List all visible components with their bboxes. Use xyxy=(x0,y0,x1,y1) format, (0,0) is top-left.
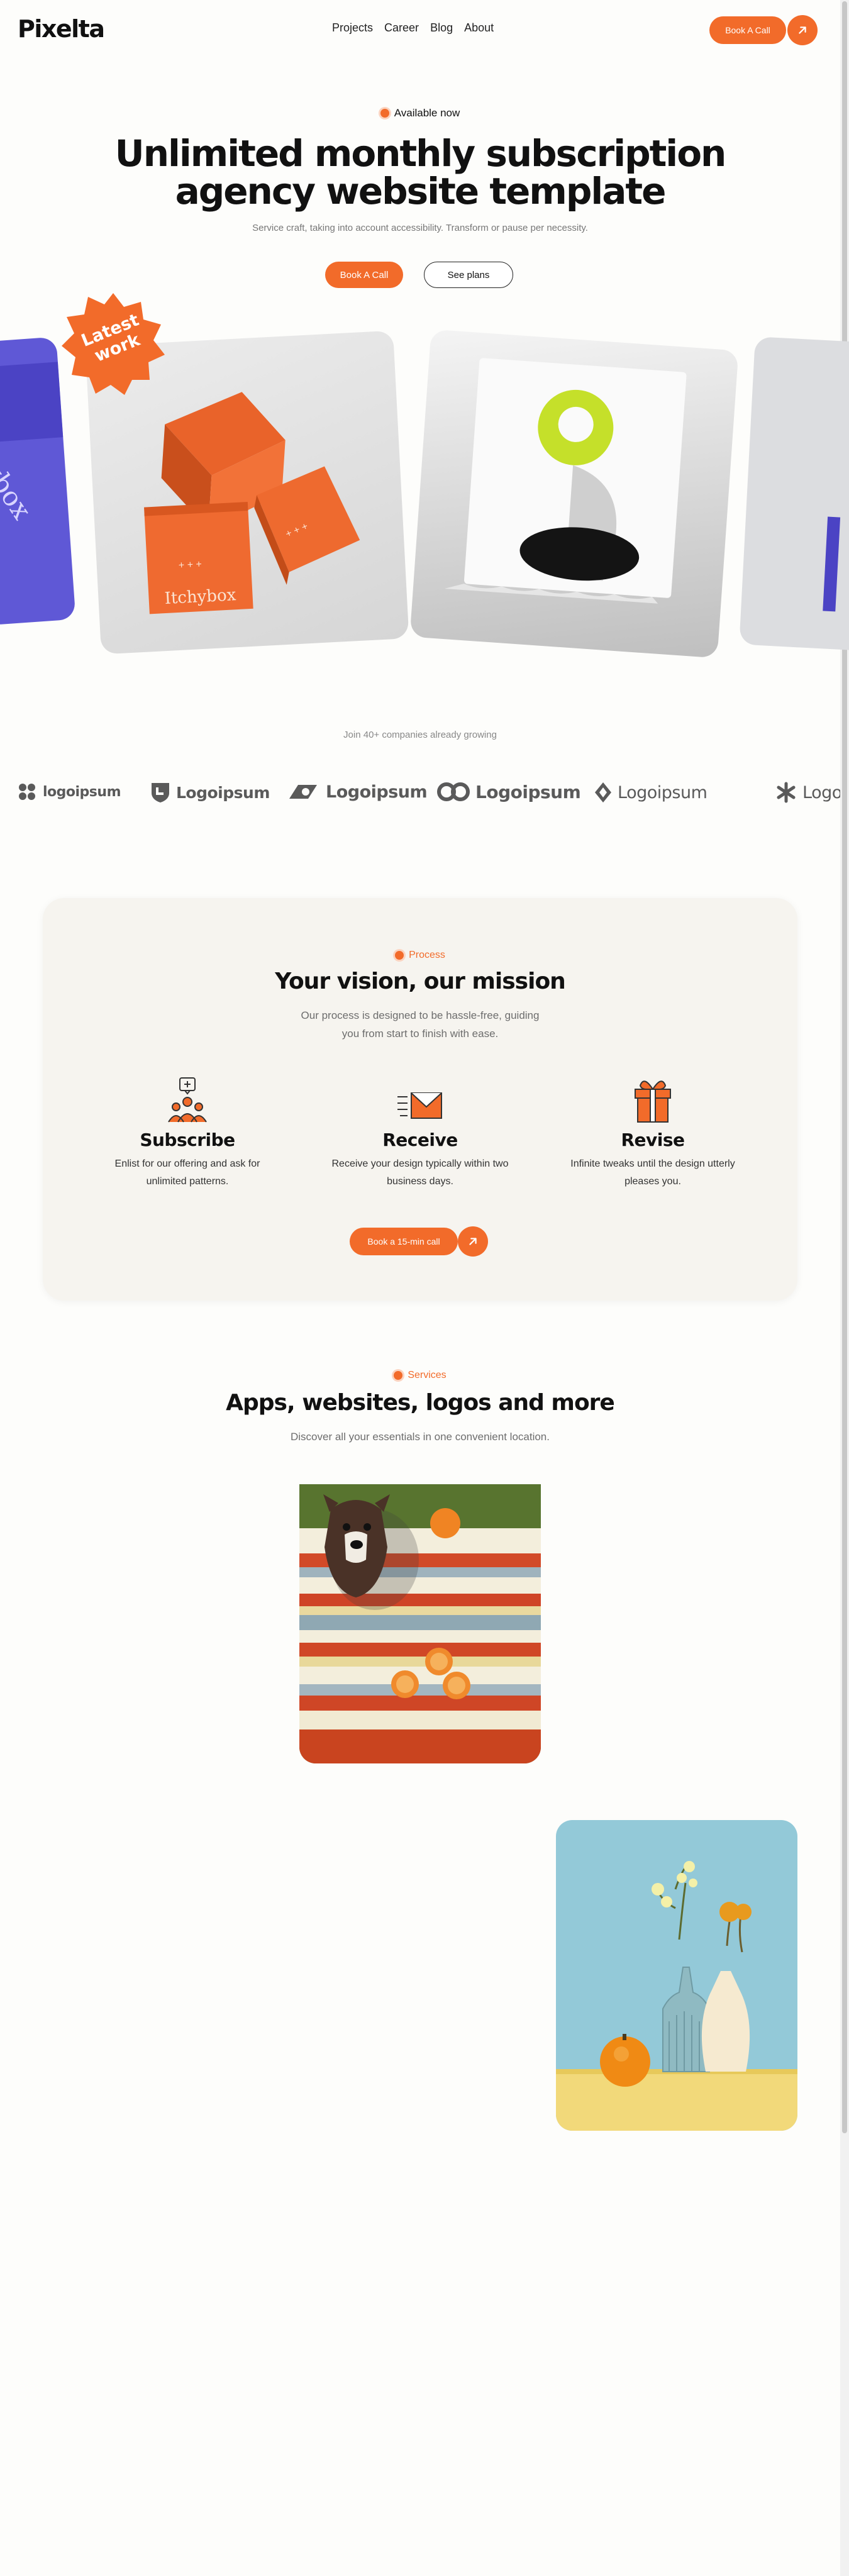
hero-title: Unlimited monthly subscription agency we… xyxy=(0,135,840,210)
client-logo-4: Logoipsum xyxy=(436,781,581,802)
people-chat-icon xyxy=(168,1077,207,1123)
book-15-min-call-button[interactable]: Book a 15-min call xyxy=(350,1228,458,1255)
vases-illustration xyxy=(556,1861,797,2131)
services-title: Apps, websites, logos and more xyxy=(226,1390,615,1416)
status-dot xyxy=(380,109,389,118)
header-arrow-button[interactable] xyxy=(787,15,818,45)
scrollbar-thumb[interactable] xyxy=(842,1,847,2133)
step-description: Infinite tweaks until the design utterly… xyxy=(570,1158,735,1187)
badge-text: Available now xyxy=(394,107,460,119)
wave-logo-icon xyxy=(289,785,317,799)
client-logo-6-text: Logo xyxy=(802,782,840,802)
client-logos-strip: logoipsum Logoipsum Logoipsum Logoipsum … xyxy=(0,781,840,810)
nav-about[interactable]: About xyxy=(464,21,494,35)
client-logo-3: Logoipsum xyxy=(287,781,428,802)
see-plans-button[interactable]: See plans xyxy=(424,262,513,288)
hero-book-call-button[interactable]: Book A Call xyxy=(325,262,403,288)
leaf-logo-icon xyxy=(595,782,611,802)
nav-projects[interactable]: Projects xyxy=(332,21,373,35)
svg-text:Itchybox: Itchybox xyxy=(164,586,236,608)
arrow-up-right-icon xyxy=(799,26,806,34)
process-step-receive: Receive Receive your design typically wi… xyxy=(319,1073,521,1191)
pinwheel-logo-icon xyxy=(19,784,35,800)
services-tag-text: Services xyxy=(408,1370,447,1380)
logo-text: Pixelta xyxy=(18,15,105,43)
process-step-revise: Revise Infinite tweaks until the design … xyxy=(552,1073,753,1191)
client-logo-1: logoipsum xyxy=(16,781,121,802)
g-bag-illustration xyxy=(444,358,687,604)
dog-blanket-illustration xyxy=(299,1484,541,1763)
client-logo-4-text: Logoipsum xyxy=(475,781,581,802)
availability-badge: Available now xyxy=(0,107,840,119)
process-tag-dot xyxy=(395,951,404,960)
brand-logo[interactable]: Pixelta xyxy=(18,15,105,43)
work-card-right-partial[interactable] xyxy=(739,336,849,651)
step-description: Enlist for our offering and ask for unlim… xyxy=(114,1158,260,1187)
svg-text:+ + +: + + + xyxy=(178,559,202,571)
step-title: Subscribe xyxy=(140,1130,235,1150)
service-image-vases[interactable] xyxy=(556,1820,797,2131)
nav-career[interactable]: Career xyxy=(384,21,419,35)
services-tag: Services xyxy=(0,1370,840,1381)
nav-blog[interactable]: Blog xyxy=(430,21,453,35)
work-card-g-bag[interactable] xyxy=(409,329,739,658)
shield-logo-icon xyxy=(152,783,169,802)
client-logo-3-text: Logoipsum xyxy=(326,782,428,802)
process-title: Your vision, our mission xyxy=(275,969,566,994)
asterisk-logo-icon xyxy=(777,782,796,803)
services-tag-dot xyxy=(394,1371,403,1380)
step-title: Revise xyxy=(621,1130,685,1150)
arrow-up-right-icon xyxy=(469,1238,477,1245)
process-desc-line1: Our process is designed to be hassle-fre… xyxy=(301,1009,540,1021)
process-tag: Process xyxy=(43,950,797,961)
header-book-call-button[interactable]: Book A Call xyxy=(709,16,786,44)
service-image-dog-blanket[interactable] xyxy=(299,1484,541,1763)
client-logo-5-text: Logoipsum xyxy=(618,782,708,802)
envelope-icon xyxy=(397,1092,442,1119)
gift-icon xyxy=(635,1080,671,1123)
hero-title-line2: agency website template xyxy=(175,170,667,213)
client-logo-2: Logoipsum xyxy=(150,781,270,804)
process-section: Process Your vision, our mission Our pro… xyxy=(43,898,797,1301)
process-description: Our process is designed to be hassle-fre… xyxy=(43,1006,797,1043)
client-logo-6: Logo xyxy=(775,781,840,804)
step-description: Receive your design typically within two… xyxy=(331,1158,509,1187)
hero-subtitle: Service craft, taking into account acces… xyxy=(252,223,588,233)
process-arrow-button[interactable] xyxy=(458,1226,488,1257)
main-nav: Projects Career Blog About xyxy=(332,21,494,35)
process-desc-line2: you from start to finish with ease. xyxy=(341,1028,499,1040)
client-logo-1-text: logoipsum xyxy=(43,784,121,800)
loop-logo-icon xyxy=(437,782,470,801)
client-logo-2-text: Logoipsum xyxy=(176,783,270,802)
process-tag-text: Process xyxy=(409,950,445,960)
client-logo-5: Logoipsum xyxy=(594,781,708,804)
step-title: Receive xyxy=(382,1130,458,1150)
services-subtitle: Discover all your essentials in one conv… xyxy=(290,1431,550,1443)
hero-title-line1: Unlimited monthly subscription xyxy=(114,132,727,175)
process-step-subscribe: Subscribe Enlist for our offering and as… xyxy=(87,1073,288,1191)
clients-caption: Join 40+ companies already growing xyxy=(343,730,497,740)
